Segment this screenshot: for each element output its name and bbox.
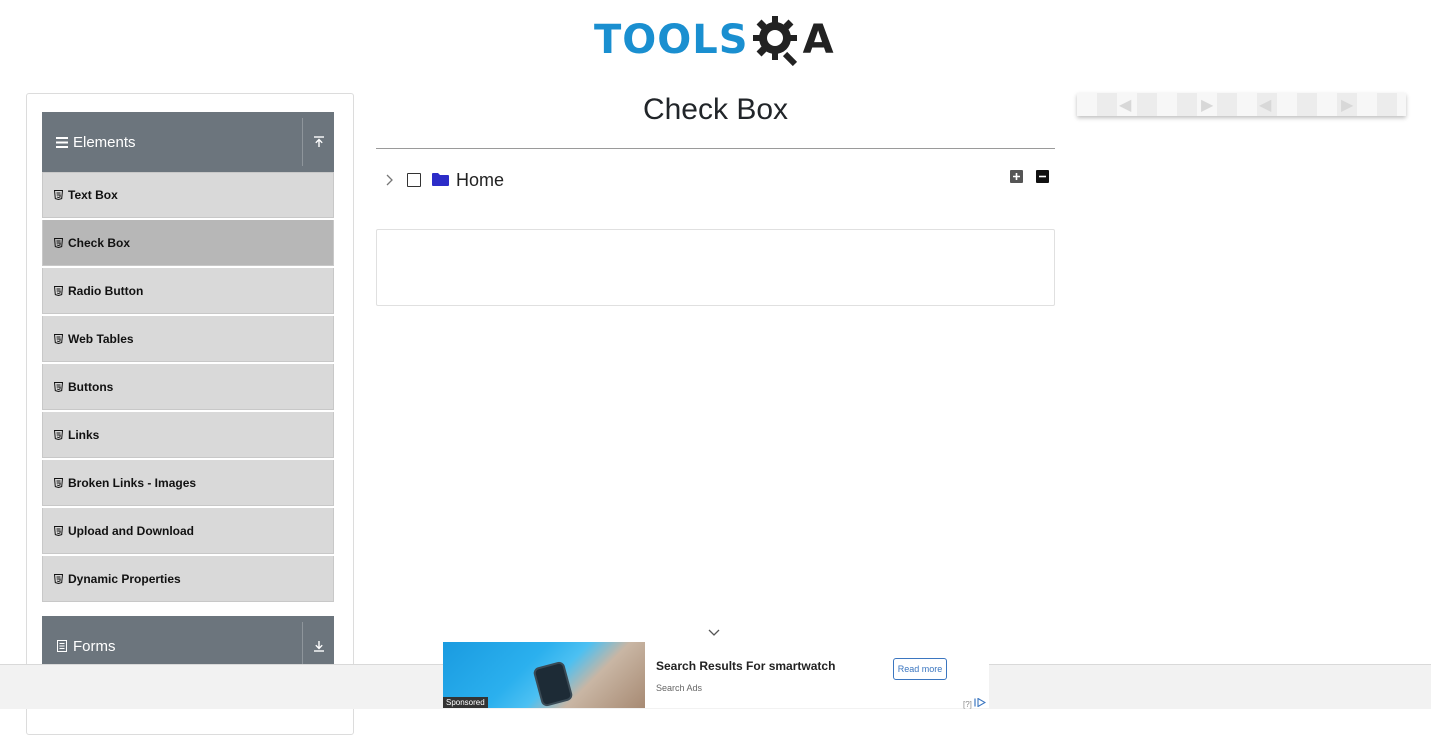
- folder-icon: [432, 173, 449, 186]
- chevron-down-icon[interactable]: [706, 627, 722, 639]
- menu-item-label: Links: [68, 427, 100, 442]
- arrow-right-icon: ▶: [1341, 97, 1354, 114]
- arrow-left-icon: ◀: [1259, 97, 1272, 114]
- elements-menu-list: Text Box Check Box Radio Button Web Tabl…: [42, 172, 334, 604]
- chevron-right-icon[interactable]: [384, 173, 394, 187]
- html5-icon: [54, 573, 64, 584]
- menu-item-buttons[interactable]: Buttons: [42, 364, 334, 410]
- hamburger-icon: [55, 136, 69, 148]
- expand-all-icon[interactable]: [1010, 170, 1023, 183]
- menu-item-label: Check Box: [68, 235, 131, 250]
- html5-icon: [54, 477, 64, 488]
- menu-item-label: Radio Button: [68, 283, 144, 298]
- menu-item-broken-links-images[interactable]: Broken Links - Images: [42, 460, 334, 506]
- arrow-right-icon: ▶: [1201, 97, 1214, 114]
- menu-item-label: Broken Links - Images: [68, 475, 197, 490]
- html5-icon: [54, 429, 64, 440]
- group-title-forms: Forms: [73, 637, 116, 655]
- play-icon: [974, 697, 987, 708]
- html5-icon: [54, 381, 64, 392]
- collapse-up-icon[interactable]: [302, 118, 334, 166]
- smartwatch-image: [532, 660, 574, 708]
- menu-item-label: Upload and Download: [68, 523, 194, 538]
- document-icon: [55, 640, 69, 652]
- tree-node-home: Home: [376, 165, 1055, 195]
- title-divider: [376, 148, 1055, 149]
- menu-item-label: Dynamic Properties: [68, 571, 181, 586]
- ad-card[interactable]: Sponsored Search Results For smartwatch …: [443, 642, 989, 709]
- menu-item-text-box[interactable]: Text Box: [42, 172, 334, 218]
- menu-item-label: Text Box: [68, 188, 118, 202]
- tree-label-home[interactable]: Home: [456, 170, 504, 191]
- logo-text: TOOLS: [594, 17, 749, 63]
- html5-icon: [54, 525, 64, 536]
- group-header-elements[interactable]: Elements: [42, 112, 334, 172]
- right-ad-banner[interactable]: ◀ ▶ ◀ ▶: [1077, 93, 1406, 116]
- collapse-all-icon[interactable]: [1036, 170, 1049, 183]
- html5-icon: [54, 190, 64, 200]
- menu-item-upload-and-download[interactable]: Upload and Download: [42, 508, 334, 554]
- adchoices-icon[interactable]: [?]: [963, 697, 987, 709]
- menu-item-dynamic-properties[interactable]: Dynamic Properties: [42, 556, 334, 602]
- page-title: Check Box: [642, 93, 789, 126]
- arrow-left-icon: ◀: [1119, 97, 1132, 114]
- result-output-box: [376, 229, 1055, 306]
- menu-item-web-tables[interactable]: Web Tables: [42, 316, 334, 362]
- menu-item-label: Web Tables: [68, 331, 134, 346]
- ad-source: Search Ads: [656, 683, 703, 693]
- home-checkbox[interactable]: [407, 173, 421, 187]
- read-more-button[interactable]: Read more: [893, 658, 947, 680]
- html5-icon: [54, 285, 64, 296]
- logo-suffix: A: [802, 17, 834, 63]
- ad-title[interactable]: Search Results For smartwatch: [656, 659, 835, 673]
- menu-item-check-box[interactable]: Check Box: [42, 220, 334, 266]
- html5-icon: [54, 237, 64, 248]
- menu-item-links[interactable]: Links: [42, 412, 334, 458]
- expand-down-icon[interactable]: [302, 622, 334, 670]
- html5-icon: [54, 333, 64, 344]
- gear-magnifier-icon: [752, 16, 797, 66]
- left-sidebar: Elements Text Box Check Box Radio Button…: [26, 93, 354, 735]
- menu-item-radio-button[interactable]: Radio Button: [42, 268, 334, 314]
- group-title-elements: Elements: [73, 133, 136, 151]
- sponsored-label: Sponsored: [443, 697, 488, 708]
- menu-item-label: Buttons: [68, 379, 114, 394]
- toolsqa-logo[interactable]: TOOLS A: [594, 10, 840, 70]
- ad-image-smartwatch[interactable]: Sponsored: [443, 642, 645, 708]
